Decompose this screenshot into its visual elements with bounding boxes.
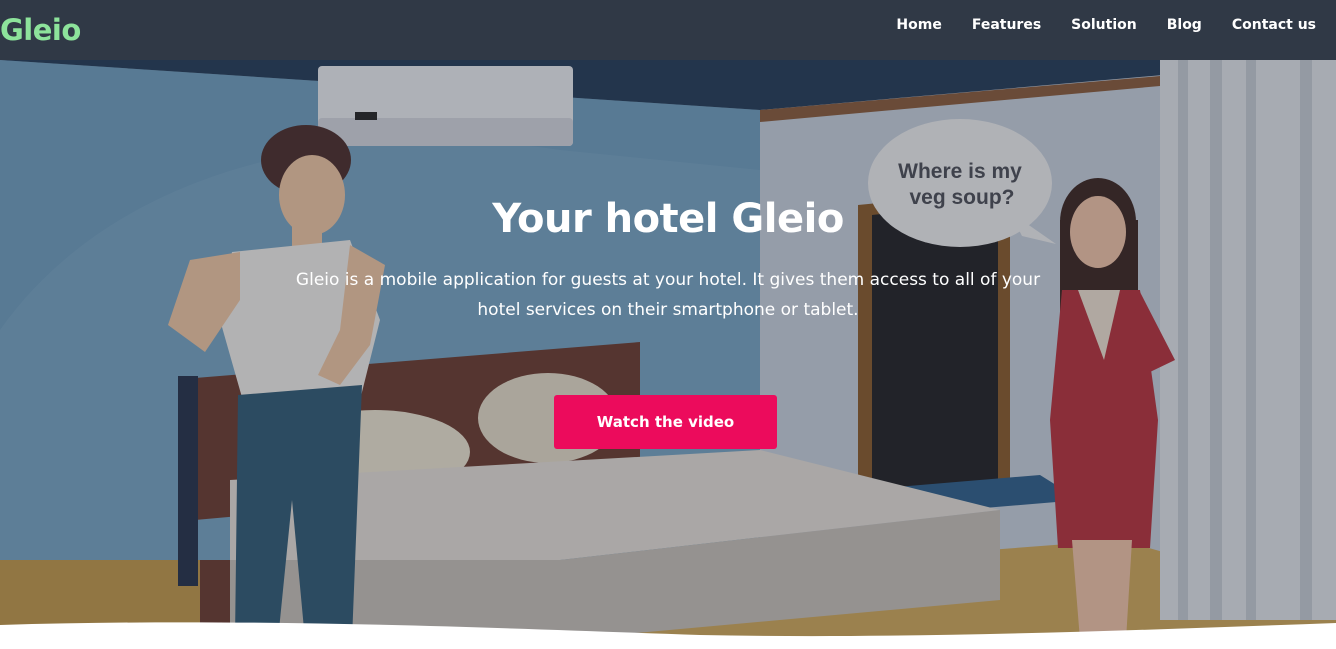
- nav-home[interactable]: Home: [896, 16, 941, 34]
- watch-video-button[interactable]: Watch the video: [554, 395, 777, 449]
- hero-title: Your hotel Gleio: [492, 196, 844, 242]
- hero-bottom-wave: [0, 622, 1336, 649]
- nav-blog[interactable]: Blog: [1167, 16, 1202, 34]
- nav-contact-us[interactable]: Contact us: [1232, 16, 1316, 34]
- main-nav: Home Features Solution Blog Contact us: [866, 16, 1316, 34]
- brand-logo[interactable]: Gleio: [0, 16, 81, 45]
- navbar: Gleio Home Features Solution Blog Contac…: [0, 0, 1336, 60]
- hero-section: Where is my veg soup? Gleio Home Feature…: [0, 0, 1336, 649]
- nav-solution[interactable]: Solution: [1071, 16, 1137, 34]
- nav-features[interactable]: Features: [972, 16, 1041, 34]
- hero-description: Gleio is a mobile application for guests…: [295, 270, 1041, 320]
